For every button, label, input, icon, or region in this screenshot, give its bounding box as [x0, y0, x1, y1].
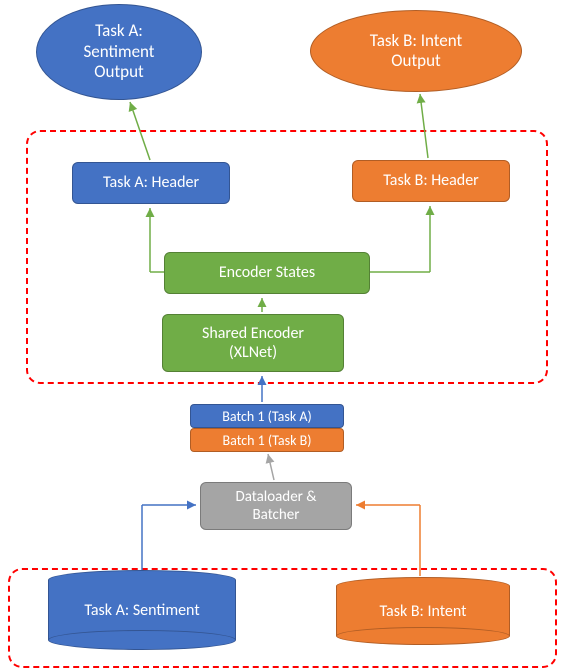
batch-task-a: Batch 1 (Task A)	[190, 404, 344, 428]
task-a-output: Task A: Sentiment Output	[36, 4, 202, 100]
batch-task-b: Batch 1 (Task B)	[190, 428, 344, 452]
task-a-header: Task A: Header	[72, 162, 230, 204]
task-b-header: Task B: Header	[352, 160, 510, 202]
task-b-datasource-label: Task B: Intent	[379, 602, 466, 621]
shared-encoder: Shared Encoder (XLNet)	[162, 314, 344, 372]
task-a-datasource: Task A: Sentiment	[48, 580, 236, 640]
task-a-datasource-label: Task A: Sentiment	[84, 601, 199, 620]
encoder-states: Encoder States	[164, 252, 370, 294]
task-b-output: Task B: Intent Output	[310, 10, 522, 92]
task-b-datasource: Task B: Intent	[336, 586, 510, 636]
dataloader-batcher: Dataloader & Batcher	[200, 482, 352, 530]
